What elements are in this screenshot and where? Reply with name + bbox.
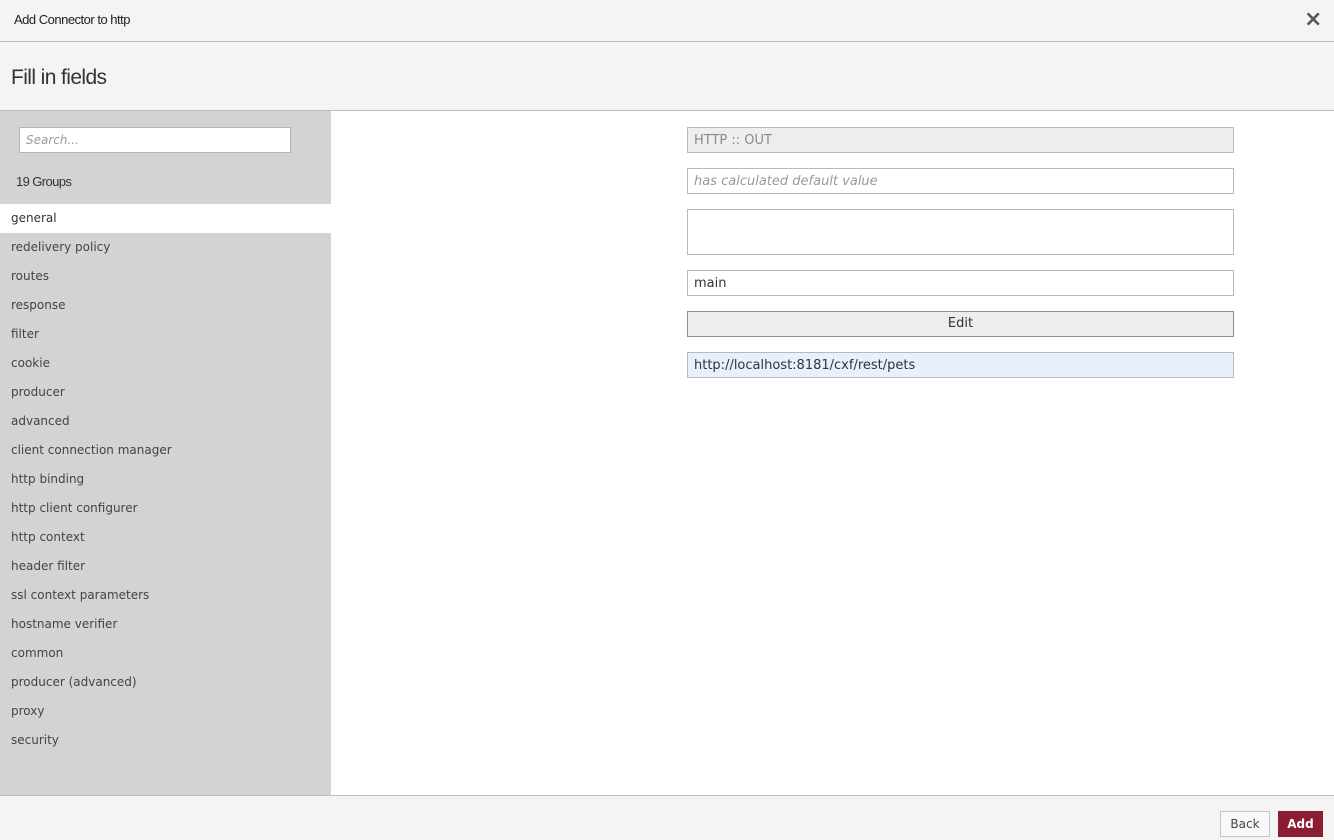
pre-output-edit-button[interactable]: Edit <box>687 311 1234 337</box>
close-icon[interactable]: × <box>1304 9 1322 31</box>
sidebar-item-filter[interactable]: filter <box>0 320 331 349</box>
group-list: general redelivery policy routes respons… <box>0 204 331 755</box>
dialog-footer: Back Add <box>0 795 1334 840</box>
sidebar-item-response[interactable]: response <box>0 291 331 320</box>
sidebar-item-redelivery-policy[interactable]: redelivery policy <box>0 233 331 262</box>
factory-field <box>687 127 1234 153</box>
dialog-titlebar: Add Connector to http × <box>0 0 1334 42</box>
add-button[interactable]: Add <box>1278 811 1323 837</box>
sidebar-item-http-context[interactable]: http context <box>0 523 331 552</box>
description-field[interactable] <box>687 209 1234 255</box>
group-search-input[interactable] <box>19 127 291 153</box>
http-uri-field[interactable] <box>687 352 1234 378</box>
sidebar-item-client-connection-manager[interactable]: client connection manager <box>0 436 331 465</box>
groups-sidebar: 19 Groups general redelivery policy rout… <box>0 111 331 795</box>
sidebar-item-general[interactable]: general <box>0 204 331 233</box>
group-count: 19 Groups <box>16 174 72 189</box>
sidebar-item-routes[interactable]: routes <box>0 262 331 291</box>
sidebar-item-ssl-context-parameters[interactable]: ssl context parameters <box>0 581 331 610</box>
sidebar-item-security[interactable]: security <box>0 726 331 755</box>
sidebar-item-proxy[interactable]: proxy <box>0 697 331 726</box>
sidebar-item-common[interactable]: common <box>0 639 331 668</box>
sidebar-item-cookie[interactable]: cookie <box>0 349 331 378</box>
sidebar-item-advanced[interactable]: advanced <box>0 407 331 436</box>
classifier-field[interactable] <box>687 270 1234 296</box>
sidebar-item-producer[interactable]: producer <box>0 378 331 407</box>
page-title: Fill in fields <box>11 66 107 89</box>
sidebar-item-http-binding[interactable]: http binding <box>0 465 331 494</box>
sidebar-item-hostname-verifier[interactable]: hostname verifier <box>0 610 331 639</box>
sidebar-item-http-client-configurer[interactable]: http client configurer <box>0 494 331 523</box>
display-name-field[interactable] <box>687 168 1234 194</box>
dialog-title: Add Connector to http <box>14 12 130 27</box>
sidebar-item-header-filter[interactable]: header filter <box>0 552 331 581</box>
back-button[interactable]: Back <box>1220 811 1270 837</box>
sidebar-item-producer-advanced[interactable]: producer (advanced) <box>0 668 331 697</box>
dialog-subheader: Fill in fields <box>0 42 1334 111</box>
form-panel: *Factory? *Display name? Description *Cl… <box>331 111 1334 795</box>
